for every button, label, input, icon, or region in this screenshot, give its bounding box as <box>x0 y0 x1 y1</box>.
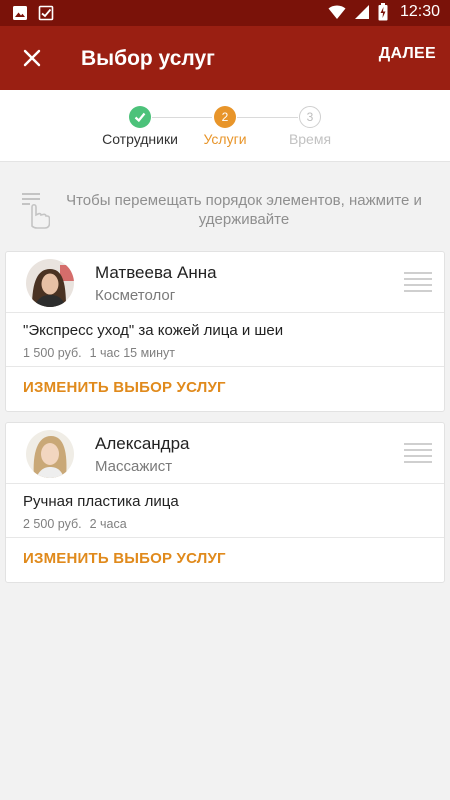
change-services-row: ИЗМЕНИТЬ ВЫБОР УСЛУГ <box>6 538 444 582</box>
employee-header: Александра Массажист <box>6 423 444 484</box>
status-time: 12:30 <box>399 3 440 20</box>
signal-icon <box>354 5 369 19</box>
service-item: Ручная пластика лица 2 500 руб. 2 часа <box>6 484 444 538</box>
employee-name: Матвеева Анна <box>95 263 217 282</box>
employee-role: Массажист <box>95 458 173 475</box>
step-2-number: 2 <box>214 106 236 128</box>
employee-role: Косметолог <box>95 287 176 304</box>
reorder-hint: Чтобы перемещать порядок элементов, нажм… <box>0 180 450 240</box>
step-1-check-icon <box>129 106 151 128</box>
app-bar: Выбор услуг ДАЛЕЕ <box>0 26 450 90</box>
employee-card: Матвеева Анна Косметолог "Экспресс уход"… <box>5 251 445 412</box>
stepper: Сотрудники 2 Услуги 3 Время <box>0 90 450 162</box>
close-icon <box>23 49 41 67</box>
wifi-icon <box>328 5 346 19</box>
employee-card: Александра Массажист Ручная пластика лиц… <box>5 422 445 583</box>
image-icon <box>13 6 27 20</box>
status-bar: 12:30 <box>0 0 450 26</box>
avatar <box>26 259 74 307</box>
next-button[interactable]: ДАЛЕЕ <box>379 45 436 63</box>
touch-hold-icon <box>22 193 50 229</box>
page-title: Выбор услуг <box>81 47 215 70</box>
checkbox-icon <box>38 5 54 21</box>
battery-charging-icon <box>378 3 388 21</box>
service-name: Ручная пластика лица <box>23 493 179 510</box>
service-meta: 2 500 руб. 2 часа <box>23 517 135 531</box>
service-price: 1 500 руб. <box>23 346 82 360</box>
avatar <box>26 430 74 478</box>
close-button[interactable] <box>14 40 50 76</box>
service-price: 2 500 руб. <box>23 517 82 531</box>
change-services-button[interactable]: ИЗМЕНИТЬ ВЫБОР УСЛУГ <box>23 379 226 396</box>
step-3-label: Время <box>288 131 332 147</box>
employee-header: Матвеева Анна Косметолог <box>6 252 444 313</box>
step-connector <box>152 117 212 118</box>
drag-handle-icon[interactable] <box>404 443 432 465</box>
service-meta: 1 500 руб. 1 час 15 минут <box>23 346 183 360</box>
step-3-number: 3 <box>299 106 321 128</box>
step-connector <box>237 117 298 118</box>
employee-name: Александра <box>95 434 190 453</box>
service-duration: 1 час 15 минут <box>89 346 176 360</box>
change-services-row: ИЗМЕНИТЬ ВЫБОР УСЛУГ <box>6 367 444 411</box>
service-duration: 2 часа <box>89 517 127 531</box>
service-item: "Экспресс уход" за кожей лица и шеи 1 50… <box>6 313 444 367</box>
service-name: "Экспресс уход" за кожей лица и шеи <box>23 322 284 339</box>
hint-text: Чтобы перемещать порядок элементов, нажм… <box>66 192 422 228</box>
drag-handle-icon[interactable] <box>404 272 432 294</box>
change-services-button[interactable]: ИЗМЕНИТЬ ВЫБОР УСЛУГ <box>23 550 226 567</box>
